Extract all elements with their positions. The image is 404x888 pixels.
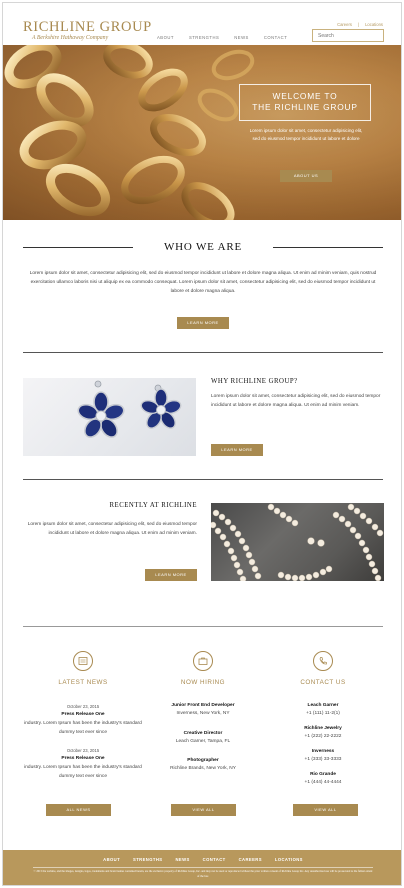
site-footer: ABOUT STRENGTHS NEWS CONTACT CAREERS LOC… xyxy=(3,850,401,885)
who-we-are-heading-row: WHO WE ARE xyxy=(23,241,383,255)
contact-entry: Inverness +1 (333) 33-3333 xyxy=(263,748,383,764)
job-listing[interactable]: Creative Director Leach Garner, Tampa, F… xyxy=(143,730,263,746)
view-all-contacts-button[interactable]: VIEW ALL xyxy=(293,804,358,816)
about-us-button[interactable]: ABOUT US xyxy=(280,170,332,182)
hero-banner: WELCOME TO THE RICHLINE GROUP Lorem ipsu… xyxy=(3,45,401,220)
news-date: October 23, 2015 xyxy=(66,748,100,753)
recently-title: RECENTLY AT RICHLINE xyxy=(109,502,197,509)
contact-name: Richline Jewelry xyxy=(304,726,342,731)
copyright-text: © 2015 the website, and the images, desi… xyxy=(33,870,373,878)
nav-news[interactable]: NEWS xyxy=(234,35,249,40)
why-richline-text: Lorem ipsum dolor sit amet, consectetur … xyxy=(211,394,381,408)
section-divider xyxy=(23,479,383,480)
news-body: industry. Lorem Ipsum has been the indus… xyxy=(24,721,142,735)
latest-news-title: LATEST NEWS xyxy=(58,679,108,686)
briefcase-icon xyxy=(193,651,213,671)
pearl-strand-1 xyxy=(212,509,262,580)
contact-phone[interactable]: +1 (333) 33-3333 xyxy=(263,756,383,764)
contact-us-title: CONTACT US xyxy=(300,679,346,686)
hero-title: WELCOME TO THE RICHLINE GROUP xyxy=(252,91,358,112)
footer-nav-strengths[interactable]: STRENGTHS xyxy=(133,857,162,862)
job-title[interactable]: Photographer xyxy=(143,757,263,765)
latest-news-column: LATEST NEWS xyxy=(23,651,143,686)
why-richline-title: WHY RICHLINE GROUP? xyxy=(211,378,298,385)
news-date: October 23, 2015 xyxy=(66,704,100,709)
heading-rule-right xyxy=(273,247,383,248)
footer-nav-contact[interactable]: CONTACT xyxy=(203,857,226,862)
sapphire-earrings-image xyxy=(23,378,196,456)
now-hiring-column: NOW HIRING xyxy=(143,651,263,686)
job-listing[interactable]: Photographer Richline Brands, New York, … xyxy=(143,757,263,773)
pearl-stud-left xyxy=(307,537,315,545)
locations-link[interactable]: Locations xyxy=(365,22,383,27)
job-title[interactable]: Creative Director xyxy=(143,730,263,738)
footer-nav-careers[interactable]: CAREERS xyxy=(239,857,262,862)
job-location: Leach Garner, Tampa, FL xyxy=(175,739,231,744)
footer-nav: ABOUT STRENGTHS NEWS CONTACT CAREERS LOC… xyxy=(3,857,401,862)
recently-text: Lorem ipsum dolor sit amet, consectetur … xyxy=(27,522,197,536)
pearl-strand-3 xyxy=(267,503,299,527)
contact-phone[interactable]: +1 (111) 11-2(1) xyxy=(263,710,383,718)
news-item[interactable]: October 23, 2015 Press Release One indus… xyxy=(23,747,143,781)
contact-name: Inverness xyxy=(311,749,335,754)
section-divider xyxy=(23,352,383,353)
news-item[interactable]: October 23, 2015 Press Release One indus… xyxy=(23,703,143,737)
view-all-jobs-button[interactable]: VIEW ALL xyxy=(171,804,236,816)
pearl-strand-6 xyxy=(277,565,333,581)
section-divider xyxy=(23,626,383,627)
contact-phone[interactable]: +1 (222) 22-2222 xyxy=(263,733,383,741)
nav-contact[interactable]: CONTACT xyxy=(264,35,287,40)
pearl-stud-right xyxy=(317,539,325,547)
pearl-strand-4 xyxy=(332,511,382,581)
earring-left xyxy=(77,380,125,438)
job-location: Richline Brands, New York, NY xyxy=(170,766,236,771)
news-icon xyxy=(73,651,93,671)
footer-nav-news[interactable]: NEWS xyxy=(175,857,189,862)
job-location: Inverness, New York, NY xyxy=(176,711,230,716)
utility-nav: Careers | Locations xyxy=(337,22,383,27)
earring-right xyxy=(140,384,182,429)
nav-about[interactable]: ABOUT xyxy=(157,35,174,40)
footer-nav-about[interactable]: ABOUT xyxy=(103,857,120,862)
contact-entry: Richline Jewelry +1 (222) 22-2222 xyxy=(263,725,383,741)
phone-icon xyxy=(313,651,333,671)
page: RICHLINE GROUP A Berkshire Hathaway Comp… xyxy=(2,2,402,886)
logo-subtitle: A Berkshire Hathaway Company xyxy=(32,35,109,41)
news-body: industry. Lorem Ipsum has been the indus… xyxy=(24,765,142,779)
job-title[interactable]: Junior Front End Developer xyxy=(143,702,263,710)
footer-nav-locations[interactable]: LOCATIONS xyxy=(275,857,303,862)
news-headline[interactable]: Press Release One xyxy=(23,711,143,719)
util-separator: | xyxy=(357,22,360,27)
who-learn-more-button[interactable]: LEARN MORE xyxy=(177,317,229,329)
news-headline[interactable]: Press Release One xyxy=(23,755,143,763)
main-nav: ABOUT STRENGTHS NEWS CONTACT xyxy=(157,35,287,40)
contact-us-column: CONTACT US xyxy=(263,651,383,686)
footer-divider xyxy=(33,867,373,868)
nav-strengths[interactable]: STRENGTHS xyxy=(189,35,219,40)
contact-name: Leach Garner xyxy=(307,703,339,708)
contact-entry: Rio Grande +1 (444) 44-4444 xyxy=(263,771,383,787)
contact-name: Rio Grande xyxy=(310,772,336,777)
all-news-button[interactable]: ALL NEWS xyxy=(46,804,111,816)
hero-text: Lorem ipsum dolor sit amet, consectetur … xyxy=(249,128,363,141)
job-listing[interactable]: Junior Front End Developer Inverness, Ne… xyxy=(143,702,263,718)
who-we-are-text: Lorem ipsum dolor sit amet, consectetur … xyxy=(29,271,377,294)
pearl-necklace-image xyxy=(211,503,384,581)
contact-entry: Leach Garner +1 (111) 11-2(1) xyxy=(263,702,383,718)
search-input[interactable] xyxy=(312,29,384,42)
site-header: RICHLINE GROUP A Berkshire Hathaway Comp… xyxy=(3,3,401,47)
recent-learn-more-button[interactable]: LEARN MORE xyxy=(145,569,197,581)
logo-title[interactable]: RICHLINE GROUP xyxy=(23,19,152,36)
pearl-strand-2 xyxy=(211,521,247,581)
why-learn-more-button[interactable]: LEARN MORE xyxy=(211,444,263,456)
careers-link[interactable]: Careers xyxy=(337,22,352,27)
now-hiring-title: NOW HIRING xyxy=(180,679,226,686)
contact-phone[interactable]: +1 (444) 44-4444 xyxy=(263,779,383,787)
